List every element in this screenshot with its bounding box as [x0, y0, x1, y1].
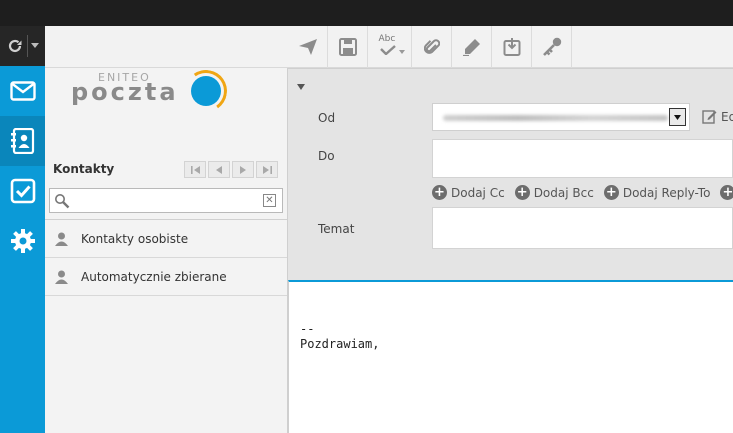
signature-block: -- Pozdrawiam,	[300, 322, 379, 352]
signature-text: Pozdrawiam,	[300, 337, 380, 351]
first-page-icon	[190, 165, 200, 174]
person-icon	[55, 232, 68, 246]
add-bcc-link[interactable]: + Dodaj Bcc	[514, 185, 594, 200]
chevron-down-icon[interactable]	[31, 43, 39, 49]
attach-button[interactable]	[412, 26, 452, 68]
subject-field[interactable]	[432, 207, 733, 249]
contact-group-label: Kontakty osobiste	[81, 231, 189, 246]
rail-separator	[27, 35, 28, 57]
logo-big-text: poczta	[71, 78, 179, 106]
contacts-search-input[interactable]	[72, 192, 257, 209]
signature-button[interactable]	[452, 26, 492, 68]
from-label: Od	[318, 111, 336, 125]
refresh-menu[interactable]	[0, 26, 45, 66]
refresh-icon[interactable]	[6, 37, 24, 55]
edit-icon	[702, 110, 717, 124]
checkbox-icon	[10, 178, 35, 204]
rail-settings-button[interactable]	[0, 216, 45, 266]
plus-circle-icon: +	[603, 185, 619, 200]
send-icon	[298, 39, 317, 55]
next-page-button[interactable]	[232, 161, 254, 178]
plus-circle-icon: +	[514, 185, 530, 200]
edit-label: Ed	[721, 109, 733, 124]
add-header-links: +Dodaj Cc +Dodaj Bcc +Dodaj Reply-To +Do	[432, 185, 733, 200]
logo-circle	[191, 76, 221, 106]
contacts-pager	[184, 161, 278, 178]
compose-headers: Od Ed Do + Dodaj Cc + Dodaj Bcc + Dodaj Rep…	[288, 68, 733, 280]
attachment-icon	[423, 39, 440, 54]
insert-response-button[interactable]	[492, 26, 532, 68]
rail-contacts-button[interactable]	[0, 116, 45, 166]
add-replyto-link[interactable]: + Dodaj Reply-To	[603, 185, 711, 200]
from-dropdown-button[interactable]	[669, 108, 686, 126]
contacts-title: Kontakty	[53, 162, 115, 176]
save-icon	[338, 38, 357, 56]
prev-page-icon	[216, 165, 222, 174]
from-select[interactable]	[432, 103, 690, 131]
contacts-search[interactable]: ✕	[49, 188, 283, 213]
contact-group-personal[interactable]: Kontakty osobiste	[45, 220, 287, 258]
edit-identity-link[interactable]: Ed	[702, 109, 733, 124]
encryption-button[interactable]	[532, 26, 572, 68]
spellcheck-icon: Abc	[375, 34, 405, 60]
add-cc-label: Dodaj Cc	[451, 185, 505, 200]
from-value-blurred	[443, 115, 668, 121]
top-bar	[0, 0, 733, 26]
to-label: Do	[318, 149, 335, 163]
compose-toolbar: Abc	[45, 26, 733, 68]
signature-icon	[462, 39, 480, 56]
plus-circle-icon: +	[432, 185, 447, 200]
spellcheck-button[interactable]: Abc	[368, 26, 412, 68]
add-replyto-label: Dodaj Reply-To	[622, 185, 711, 200]
encryption-icon	[542, 37, 561, 56]
contact-group-collected[interactable]: Automatycznie zbierane	[45, 258, 287, 296]
envelope-icon	[9, 81, 36, 101]
signature-separator: --	[300, 322, 315, 336]
app-logo: ENITEO poczta	[71, 66, 241, 118]
add-cc-link[interactable]: + Dodaj Cc	[432, 185, 505, 200]
plus-circle-icon: +	[720, 185, 733, 200]
contact-groups-list: Kontakty osobiste Automatycznie zbierane	[45, 219, 287, 296]
rail-tasks-button[interactable]	[0, 166, 45, 216]
address-book-icon	[10, 128, 34, 154]
send-button[interactable]	[288, 26, 328, 68]
gear-icon	[10, 229, 35, 253]
last-page-button[interactable]	[256, 161, 278, 178]
subject-label: Temat	[318, 222, 355, 236]
person-icon	[55, 270, 68, 284]
save-button[interactable]	[328, 26, 368, 68]
rail-mail-button[interactable]	[0, 66, 45, 116]
spellcheck-label: Abc	[378, 34, 396, 44]
last-page-icon	[262, 165, 272, 174]
to-field[interactable]	[432, 139, 733, 178]
compose-panel: Od Ed Do + Dodaj Cc + Dodaj Bcc + Dodaj Rep…	[288, 68, 733, 433]
search-icon	[55, 194, 70, 209]
add-followup-link[interactable]: +Do	[720, 185, 733, 200]
insert-response-icon	[503, 38, 520, 56]
chevron-down-icon	[674, 114, 681, 120]
contacts-pane: ENITEO poczta Kontakty ✕ Kontakty osobis…	[45, 66, 288, 433]
message-editor[interactable]: -- Pozdrawiam,	[288, 280, 733, 433]
first-page-button[interactable]	[184, 161, 206, 178]
prev-page-button[interactable]	[208, 161, 230, 178]
clear-search-icon[interactable]: ✕	[263, 194, 276, 207]
next-page-icon	[240, 165, 246, 174]
app-nav-rail	[0, 26, 45, 433]
contact-group-label: Automatycznie zbierane	[81, 269, 227, 284]
collapse-headers-icon[interactable]	[297, 84, 305, 90]
add-bcc-label: Dodaj Bcc	[533, 185, 594, 200]
